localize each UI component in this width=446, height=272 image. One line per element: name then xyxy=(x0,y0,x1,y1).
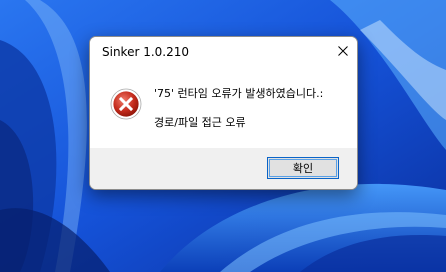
dialog-titlebar[interactable]: Sinker 1.0.210 xyxy=(90,37,357,66)
error-message-line-2: 경로/파일 접근 오류 xyxy=(154,116,246,129)
error-message-line-1: '75' 런타임 오류가 발생하였습니다.: xyxy=(154,87,324,100)
close-button[interactable] xyxy=(329,37,357,66)
dialog-content: '75' 런타임 오류가 발생하였습니다.: 경로/파일 접근 오류 xyxy=(90,66,357,148)
error-dialog: Sinker 1.0.210 '75' 런타임 오류가 발생하였습니다.: 경로… xyxy=(89,36,358,190)
dialog-title: Sinker 1.0.210 xyxy=(102,45,190,59)
dialog-button-bar: 확인 xyxy=(90,148,357,189)
ok-button[interactable]: 확인 xyxy=(267,157,339,179)
error-icon xyxy=(110,88,142,120)
close-icon xyxy=(338,46,348,56)
